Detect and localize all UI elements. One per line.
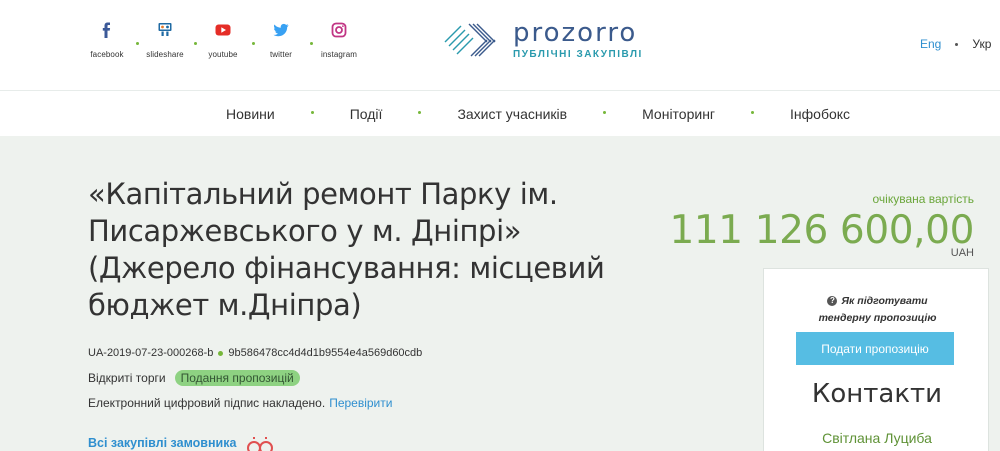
social-label: facebook [90,50,124,59]
social-twitter[interactable]: twitter [252,22,313,59]
social-label: twitter [269,50,293,59]
social-youtube[interactable]: youtube [194,22,255,59]
social-links: facebook slideshare youtube twitter inst… [78,22,368,59]
sidebar-panel: ? Як підготувати тендерну пропозицію Пода… [763,268,989,451]
social-instagram[interactable]: instagram [310,22,368,59]
social-slideshare[interactable]: slideshare [136,22,197,59]
slideshare-icon [158,23,172,36]
expected-value-currency: UAH [950,247,974,259]
top-header: facebook slideshare youtube twitter inst… [0,0,1000,90]
procedure-type: Відкриті торги [88,371,166,385]
nav-item-news[interactable]: Новини [226,106,275,122]
main-navigation: Новини Події Захист учасників Моніторинг… [0,90,1000,136]
separator-dot [418,110,422,114]
language-switcher: Eng Укр [920,37,991,51]
social-label: slideshare [146,50,184,59]
tender-hash: 9b586478cc4d4d1b9554e4a569d60cdb [228,347,423,359]
nav-item-monitoring[interactable]: Моніторинг [642,106,715,122]
expected-value-label: очікувана вартість [872,192,975,206]
logo-name: prozorro [513,18,638,48]
verify-link[interactable]: Перевірити [329,396,392,410]
nav-item-protection[interactable]: Захист учасників [457,106,567,122]
separator-dot [603,110,607,114]
signature-text: Електронний цифровий підпис накладено. [88,396,326,410]
social-label: youtube [208,50,238,59]
signature-row: Електронний цифровий підпис накладено. Пе… [88,396,392,410]
separator-dot [310,110,314,114]
tender-title: «Капітальний ремонт Парку ім. Писаржевсь… [88,177,605,322]
tender-ids: UA-2019-07-23-000268-b 9b586478cc4d4d1b9… [88,347,422,359]
all-purchases-link[interactable]: Всі закупівлі замовника [88,436,236,450]
submit-proposal-button[interactable]: Подати пропозицію [796,332,954,365]
prozorro-logo[interactable]: prozorro ПУБЛІЧНІ ЗАКУПІВЛІ [443,20,643,60]
lang-uk-link[interactable]: Укр [972,37,991,51]
prozorro-logo-mark [444,23,496,57]
contact-person-name: Світлана Луциба [822,430,932,446]
social-facebook[interactable]: facebook [78,22,139,59]
logo-subtitle: ПУБЛІЧНІ ЗАКУПІВЛІ [513,49,643,60]
nav-list: Новини Події Захист учасників Моніторинг… [226,91,850,137]
separator-dot [955,42,959,46]
tender-id: UA-2019-07-23-000268-b [88,347,214,359]
nav-item-events[interactable]: Події [350,106,383,122]
instagram-icon [331,22,347,38]
procedure-row: Відкриті торги Подання пропозицій [88,370,300,386]
nav-item-infobox[interactable]: Інфобокс [790,106,850,122]
howto-link[interactable]: ? Як підготувати тендерну пропозицію [800,293,955,327]
separator-dot [218,350,224,356]
social-label: instagram [320,50,358,59]
lang-en-link[interactable]: Eng [920,37,941,51]
facebook-icon [102,22,111,38]
youtube-icon [215,24,231,36]
separator-dot [751,110,755,114]
twitter-icon [273,23,289,37]
procuring-entity-icon [247,437,273,451]
question-icon: ? [827,296,838,307]
contacts-heading: Контакти [811,379,943,409]
status-badge: Подання пропозицій [174,370,300,386]
expected-value-amount: 111 126 600,00 [669,208,974,253]
